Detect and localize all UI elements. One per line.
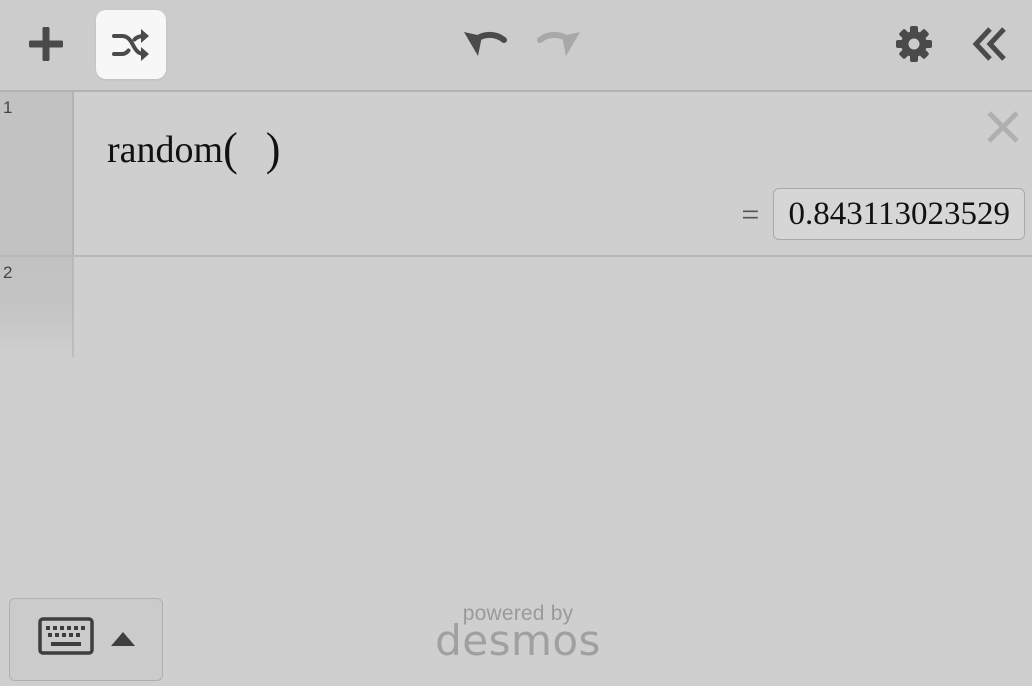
- shuffle-icon: [112, 28, 149, 61]
- plus-icon: [29, 27, 63, 61]
- gear-icon: [896, 26, 932, 62]
- expression-gutter[interactable]: 2: [0, 257, 74, 357]
- expression-list: 1 random ( ) = 0.843113023529 2: [0, 92, 1032, 357]
- expression-index: 1: [3, 98, 13, 117]
- expression-input[interactable]: random ( ): [107, 123, 281, 176]
- add-item-button[interactable]: [20, 16, 72, 72]
- expression-row[interactable]: 2: [0, 257, 1032, 357]
- calculator-app: 1 random ( ) = 0.843113023529 2 powered …: [0, 0, 1032, 686]
- function-name: random: [107, 129, 224, 171]
- keyboard-icon: [38, 617, 94, 655]
- close-icon: [987, 111, 1019, 143]
- close-paren: ): [265, 123, 281, 176]
- expression-index: 2: [3, 263, 13, 282]
- desmos-logo[interactable]: desmos: [418, 616, 618, 665]
- result-value[interactable]: 0.843113023529: [773, 188, 1025, 240]
- equals-sign: =: [741, 195, 760, 232]
- undo-icon: [464, 32, 507, 56]
- redo-icon: [537, 32, 580, 56]
- toolbar: [0, 0, 1032, 92]
- evaluation-result: = 0.843113023529: [741, 188, 1025, 240]
- delete-expression-button[interactable]: [984, 108, 1022, 146]
- collapse-panel-button[interactable]: [962, 16, 1018, 72]
- redo-button[interactable]: [532, 18, 588, 68]
- randomize-button[interactable]: [96, 10, 166, 79]
- undo-button[interactable]: [456, 18, 512, 68]
- expression-row[interactable]: 1 random ( ) = 0.843113023529: [0, 92, 1032, 257]
- open-paren: (: [223, 123, 238, 176]
- expression-gutter[interactable]: 1: [0, 92, 74, 255]
- settings-button[interactable]: [888, 18, 940, 70]
- caret-up-icon: [111, 632, 135, 646]
- keyboard-toggle-button[interactable]: [9, 598, 163, 681]
- double-chevron-left-icon: [972, 27, 1006, 61]
